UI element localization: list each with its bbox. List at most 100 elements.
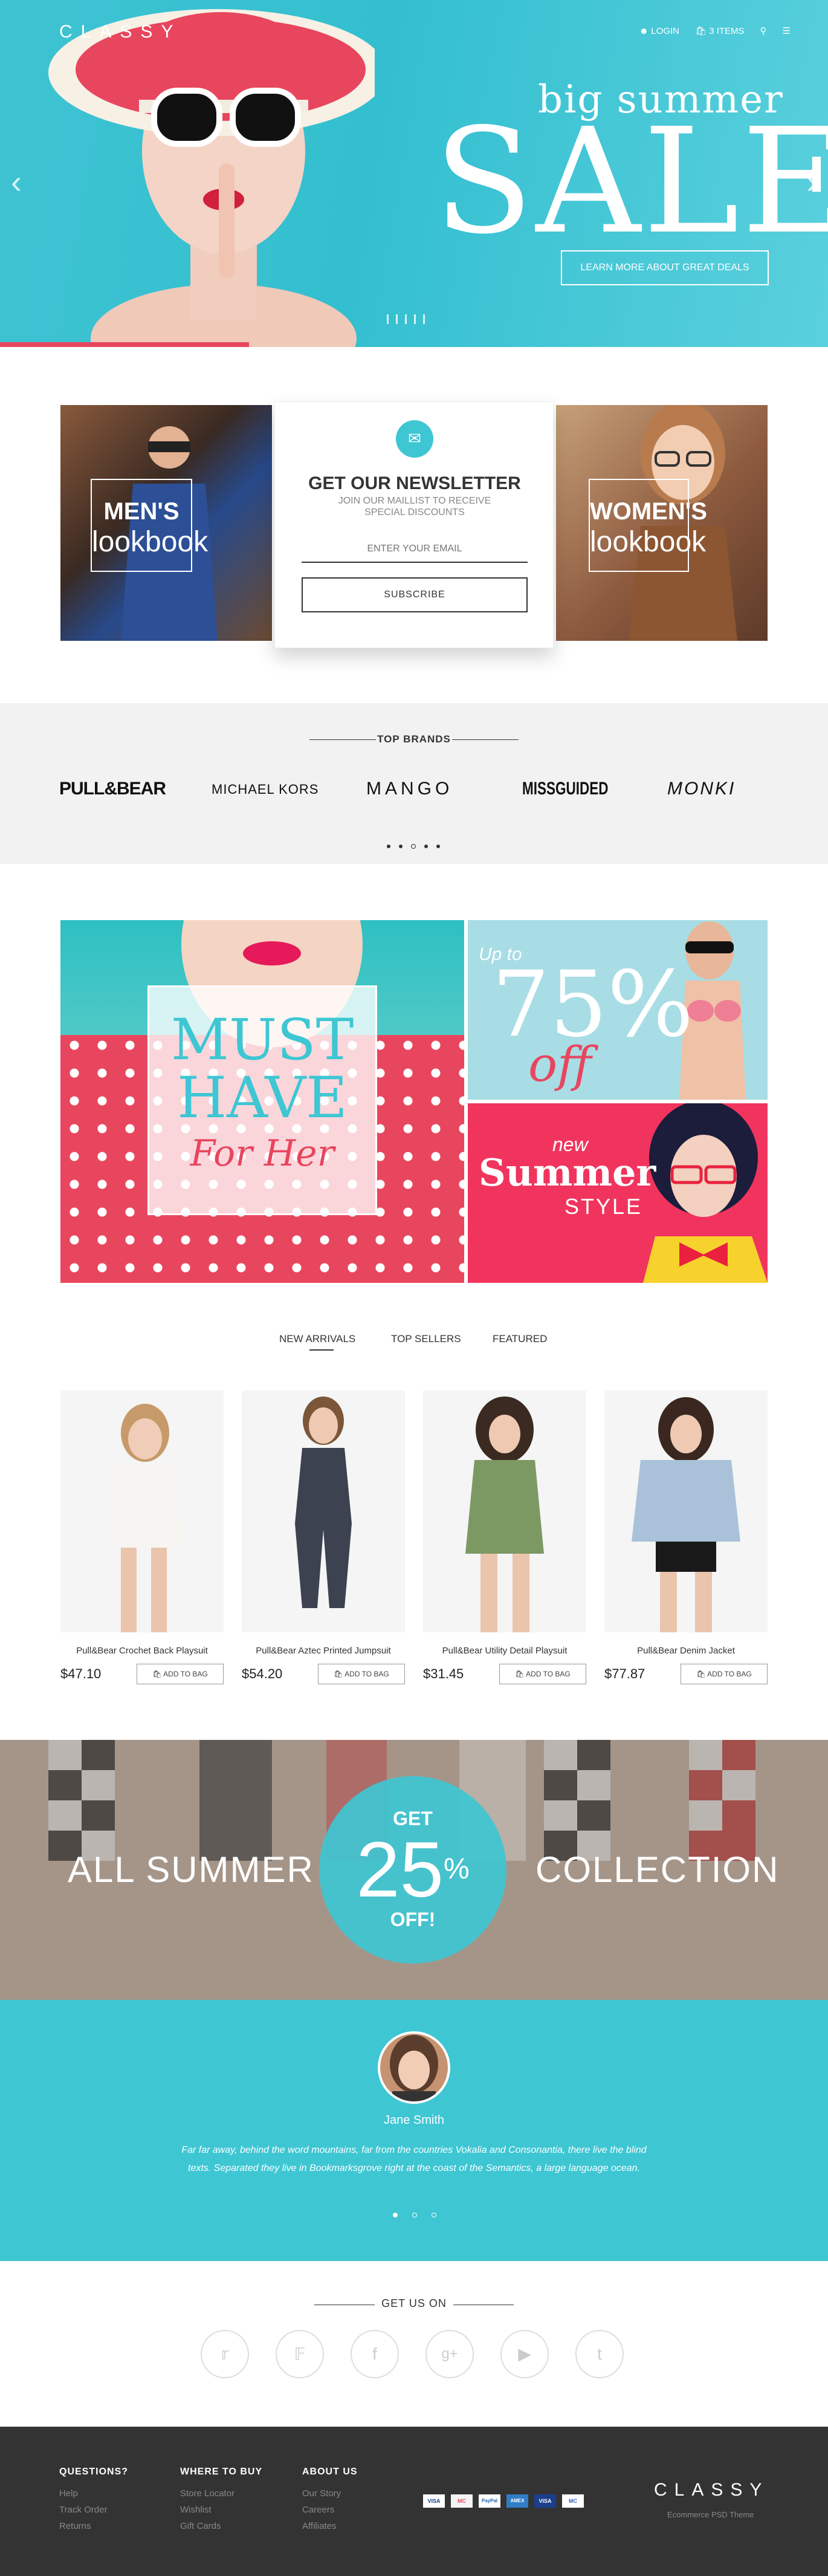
summer-style-banner[interactable]: new Summer STYLE [468,1103,768,1283]
amex-icon: AMEX [506,2494,528,2508]
subscribe-button[interactable]: SUBSCRIBE [302,577,528,612]
user-icon: ☻ [639,25,649,36]
75-off-banner[interactable]: Up to 75% off [468,920,768,1100]
page-dot[interactable] [399,845,403,848]
chevron-left-icon[interactable]: ‹ [11,163,22,201]
footer-col-where-to-buy: WHERE TO BUY Store Locator Wishlist Gift… [180,2467,263,2531]
header-nav: ☻ LOGIN 🛍 3 ITEMS ⚲ ☰ [639,25,791,37]
slide-dot[interactable] [414,314,416,324]
product-name[interactable]: Pull&Bear Aztec Printed Jumpsuit [242,1646,405,1656]
footer-link-affiliates[interactable]: Affiliates [302,2521,358,2531]
product-image[interactable] [423,1390,586,1632]
jumpsuit-model-image [295,1397,352,1608]
page-dot[interactable] [432,2213,436,2218]
tab-top-sellers[interactable]: TOP SELLERS [391,1333,461,1345]
pinterest-icon[interactable]: 𝔽 [276,2330,324,2378]
page-dot-active[interactable] [393,2213,398,2218]
discount-circle: GET 25% OFF! [319,1776,506,1964]
product-price: $47.10 [60,1666,102,1681]
mastercard-icon: MC [451,2494,473,2508]
product-price: $54.20 [242,1666,283,1681]
tab-new-arrivals[interactable]: NEW ARRIVALS [279,1333,355,1345]
slide-dot[interactable] [387,314,389,324]
page-dot[interactable] [387,845,390,848]
brands-pagination [387,844,440,849]
footer-logo[interactable]: CLASSY [654,2480,769,2500]
footer-link-careers[interactable]: Careers [302,2505,358,2515]
summer-model-image [643,1103,768,1283]
collection-right-text: COLLECTION [535,1849,780,1890]
product-image[interactable] [60,1390,224,1632]
summer-label: Summer [479,1150,656,1195]
twitter-icon[interactable]: 𝕣 [201,2330,249,2378]
footer-link-store-locator[interactable]: Store Locator [180,2488,262,2499]
facebook-icon[interactable]: f [351,2330,399,2378]
footer-link-track-order[interactable]: Track Order [59,2505,128,2515]
hero-title: SALE [434,97,828,266]
newsletter-subtitle-line1: JOIN OUR MAILLIST TO RECEIVE [338,496,491,506]
brand-monki[interactable]: MONKI [667,779,736,799]
bag-icon: 🛍 [152,1670,162,1678]
newsletter-subtitle-line2: SPECIAL DISCOUNTS [364,507,465,517]
page-dot[interactable] [436,845,440,848]
footer-col-about-us: ABOUT US Our Story Careers Affiliates [302,2467,358,2531]
footer-link-returns[interactable]: Returns [59,2521,128,2531]
brand-mango[interactable]: MANGO [366,779,453,799]
add-to-bag-button[interactable]: 🛍 ADD TO BAG [137,1664,224,1684]
product-name[interactable]: Pull&Bear Denim Jacket [604,1646,768,1656]
hero-cta-button[interactable]: LEARN MORE ABOUT GREAT DEALS [561,250,769,285]
testimonial-pagination [393,2213,436,2218]
avatar [378,2031,450,2104]
footer-link-our-story[interactable]: Our Story [302,2488,358,2499]
product-name[interactable]: Pull&Bear Crochet Back Playsuit [60,1646,224,1656]
product-price: $31.45 [423,1666,464,1681]
add-to-bag-button[interactable]: 🛍 ADD TO BAG [681,1664,768,1684]
womens-lookbook-card[interactable]: WOMEN'S lookbook [556,405,768,641]
product-card: Pull&Bear Aztec Printed Jumpsuit $54.20 … [242,1390,405,1684]
off-label: off [528,1036,592,1092]
product-image[interactable] [242,1390,405,1632]
mens-lookbook-frame: MEN'S lookbook [91,479,208,572]
footer-link-gift-cards[interactable]: Gift Cards [180,2521,262,2531]
top-brands-section: TOP BRANDS PULL&BEAR MICHAEL KORS MANGO … [0,703,828,864]
bag-icon: 🛍 [515,1670,525,1678]
youtube-icon[interactable]: ▶ [500,2330,549,2378]
slide-dot[interactable] [405,314,407,324]
add-to-bag-button[interactable]: 🛍 ADD TO BAG [499,1664,586,1684]
payment-methods: VISA MC PayPal AMEX VISA MC [423,2494,584,2508]
slide-dot[interactable] [423,314,425,324]
search-icon[interactable]: ⚲ [760,25,767,36]
page-dot-active[interactable] [411,844,416,849]
brand-missguided[interactable]: MISSGUIDED [522,779,609,799]
product-image[interactable] [604,1390,768,1632]
must-have-banner[interactable]: MUST HAVE For Her [60,920,464,1283]
page-dot[interactable] [424,845,428,848]
site-logo[interactable]: CLASSY [59,22,181,42]
paypal-icon: PayPal [479,2494,500,2508]
email-input[interactable] [302,536,528,563]
tab-featured[interactable]: FEATURED [493,1333,547,1345]
mens-lookbook-card[interactable]: MEN'S lookbook [60,405,272,641]
cart-link[interactable]: 🛍 3 ITEMS [695,25,745,36]
tumblr-icon[interactable]: t [575,2330,624,2378]
slider-progress-bar [0,342,249,347]
maestro-icon: MC [562,2494,584,2508]
google-plus-icon[interactable]: g+ [425,2330,474,2378]
footer: QUESTIONS? Help Track Order Returns WHER… [0,2427,828,2576]
add-to-bag-button[interactable]: 🛍 ADD TO BAG [318,1664,405,1684]
style-label: STYLE [564,1194,643,1219]
login-link[interactable]: ☻ LOGIN [639,26,679,36]
footer-link-wishlist[interactable]: Wishlist [180,2505,262,2515]
footer-link-help[interactable]: Help [59,2488,128,2499]
testimonial-section: Jane Smith Far far away, behind the word… [0,2000,828,2261]
chevron-right-icon[interactable]: › [806,163,817,201]
product-name[interactable]: Pull&Bear Utility Detail Playsuit [423,1646,586,1656]
menu-icon[interactable]: ☰ [783,25,791,36]
slide-dot[interactable] [396,314,398,324]
page-dot[interactable] [412,2213,417,2218]
collection-left-text: ALL SUMMER [68,1849,314,1890]
brand-michael-kors[interactable]: MICHAEL KORS [212,782,319,797]
mail-icon: ✉ [396,420,433,458]
brand-pullbear[interactable]: PULL&BEAR [59,779,166,799]
summer-collection-banner[interactable]: ALL SUMMER COLLECTION GET 25% OFF! [0,1740,828,2000]
